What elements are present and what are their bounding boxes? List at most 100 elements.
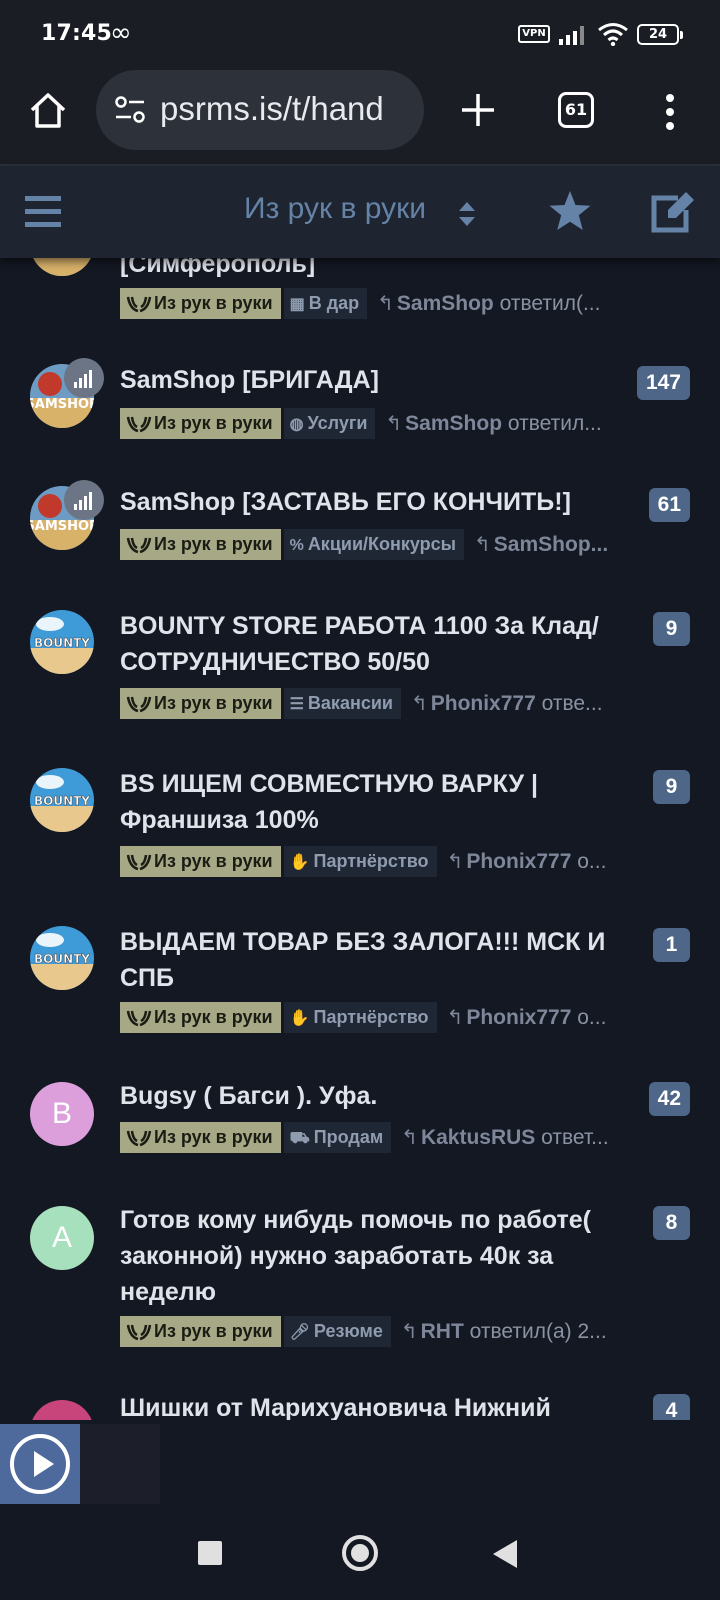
last-reply[interactable]: ↰ Phonix777 о... bbox=[447, 1002, 607, 1033]
avatar bbox=[30, 1400, 94, 1420]
hands-icon bbox=[126, 416, 152, 433]
svg-text:BOUNTY: BOUNTY bbox=[34, 952, 90, 966]
address-bar[interactable]: psrms.is/t/hand bbox=[96, 70, 424, 150]
last-reply[interactable]: ↰ SamShop ответил... bbox=[385, 408, 601, 439]
topic-row[interactable]: A Готов кому нибудь помочь по работе( за… bbox=[0, 1176, 720, 1370]
reply-count-badge[interactable]: 4 bbox=[653, 1394, 690, 1420]
subcategory-tag[interactable]: ☰ Вакансии bbox=[283, 688, 401, 719]
globe-icon: ◍ bbox=[289, 416, 304, 433]
last-reply[interactable]: ↰ SamShop ответил(... bbox=[377, 288, 600, 319]
topic-title[interactable]: SamShop [ЗАСТАВЬ ЕГО КОНЧИТЬ!] bbox=[120, 484, 620, 520]
avatar: BOUNTY bbox=[30, 610, 94, 674]
topic-row[interactable]: BOUNTY BS ИЩЕМ СОВМЕСТНУЮ ВАРКУ | Франши… bbox=[0, 738, 720, 896]
infinity-icon: ∞ bbox=[110, 18, 132, 48]
avatar: B bbox=[30, 1082, 94, 1146]
last-reply[interactable]: ↰ Phonix777 о... bbox=[447, 846, 607, 877]
hands-icon bbox=[126, 1130, 152, 1147]
reply-icon: ↰ bbox=[446, 851, 464, 873]
reply-icon: ↰ bbox=[377, 293, 394, 315]
svg-text:BOUNTY: BOUNTY bbox=[34, 794, 90, 808]
home-icon[interactable] bbox=[26, 88, 70, 132]
new-tab-icon[interactable] bbox=[458, 90, 498, 130]
last-reply[interactable]: ↰ Phonix777 отве... bbox=[411, 688, 603, 719]
topic-row[interactable]: Шишки от Марихуановича Нижний Новгород 4 bbox=[0, 1370, 720, 1420]
topic-title[interactable]: SamShop [БРИГАДА] bbox=[120, 362, 620, 398]
topic-meta: Из рук в руки ◍ Услуги ↰ SamShop ответил... bbox=[120, 408, 620, 439]
reply-count-badge[interactable]: 147 bbox=[636, 366, 690, 400]
battery-icon: 24 bbox=[637, 24, 683, 45]
handshake-icon: ✋ bbox=[289, 854, 310, 871]
subcategory-tag[interactable]: ✋ Партнёрство bbox=[283, 1002, 437, 1033]
category-tag[interactable]: Из рук в руки bbox=[120, 688, 281, 719]
topic-title[interactable]: BOUNTY STORE РАБОТА 1100 За Клад/СОТРУДН… bbox=[120, 608, 620, 680]
last-reply[interactable]: ↰ RHT ответил(а) 2... bbox=[401, 1316, 607, 1347]
category-tag[interactable]: Из рук в руки bbox=[120, 1002, 281, 1033]
category-tag[interactable]: Из рук в руки bbox=[120, 408, 281, 439]
topic-title[interactable]: ВЫДАЕМ ТОВАР БЕЗ ЗАЛОГА!!! МСК И СПБ bbox=[120, 924, 620, 996]
category-tag[interactable]: Из рук в руки bbox=[120, 846, 281, 877]
forum-header: Из рук в руки bbox=[0, 166, 720, 258]
flair-icon bbox=[64, 480, 104, 520]
last-reply[interactable]: ↰ SamShop... bbox=[474, 529, 608, 560]
topic-title[interactable]: BS ИЩЕМ СОВМЕСТНУЮ ВАРКУ | Франшиза 100% bbox=[120, 766, 620, 838]
back-icon[interactable] bbox=[493, 1540, 517, 1568]
category-tag[interactable]: Из рук в руки bbox=[120, 529, 281, 560]
hands-icon bbox=[126, 854, 152, 871]
topic-meta: Из рук в руки 🎤︎ Резюме ↰ RHT ответил(а) 2..… bbox=[120, 1316, 620, 1347]
hands-icon bbox=[126, 537, 152, 554]
reply-count-badge[interactable]: 8 bbox=[653, 1206, 690, 1240]
subcategory-tag[interactable]: ⛟ Продам bbox=[283, 1122, 392, 1153]
subcategory-tag[interactable]: % Акции/Конкурсы bbox=[283, 529, 465, 560]
wifi-icon bbox=[598, 23, 628, 46]
category-tag[interactable]: Из рук в руки bbox=[120, 1122, 281, 1153]
hamburger-menu-icon[interactable] bbox=[25, 196, 63, 228]
star-icon[interactable] bbox=[548, 190, 592, 232]
reply-icon: ↰ bbox=[401, 1127, 418, 1149]
system-nav-bar bbox=[0, 1504, 720, 1600]
video-widget-panel bbox=[0, 1424, 80, 1504]
hands-icon bbox=[126, 1010, 152, 1027]
topic-row[interactable]: B Bugsy ( Багси ). Уфа. 42 Из рук в руки… bbox=[0, 1052, 720, 1176]
avatar: A bbox=[30, 1206, 94, 1270]
site-settings-icon[interactable] bbox=[114, 95, 146, 125]
home-nav-icon[interactable] bbox=[342, 1535, 378, 1571]
floating-video-widget[interactable] bbox=[0, 1424, 160, 1504]
gift-icon: ▦ bbox=[289, 296, 305, 313]
sort-icon[interactable] bbox=[459, 202, 475, 226]
topic-title[interactable]: Готов кому нибудь помочь по работе( зако… bbox=[120, 1202, 620, 1310]
topic-meta: Из рук в руки ⛟ Продам ↰ KaktusRUS ответ... bbox=[120, 1122, 620, 1153]
tab-switcher-button[interactable]: 61 bbox=[558, 92, 594, 128]
play-icon[interactable] bbox=[10, 1434, 70, 1494]
topic-row[interactable]: BOUNTY ВЫДАЕМ ТОВАР БЕЗ ЗАЛОГА!!! МСК И … bbox=[0, 896, 720, 1052]
forum-title[interactable]: Из рук в руки bbox=[244, 192, 426, 226]
cart-icon: ⛟ bbox=[289, 1130, 310, 1147]
topic-meta: Из рук в руки ☰ Вакансии ↰ Phonix777 отве... bbox=[120, 688, 620, 719]
category-tag[interactable]: Из рук в руки bbox=[120, 1316, 281, 1347]
topic-row[interactable]: BOUNTY BOUNTY STORE РАБОТА 1100 За Клад/… bbox=[0, 580, 720, 738]
reply-count-badge[interactable]: 9 bbox=[653, 770, 690, 804]
subcategory-tag[interactable]: ◍ Услуги bbox=[283, 408, 376, 439]
browser-toolbar: psrms.is/t/hand 61 bbox=[0, 66, 720, 166]
recents-icon[interactable] bbox=[198, 1541, 222, 1565]
subcategory-tag[interactable]: ✋ Партнёрство bbox=[283, 846, 437, 877]
topic-meta: Из рук в руки ▦ В дар ↰ SamShop ответил(... bbox=[120, 288, 620, 319]
topic-row[interactable]: SAMSHOP SamShop [БРИГАДА] 147 Из рук в р… bbox=[0, 336, 720, 456]
topic-meta: Из рук в руки ✋ Партнёрство ↰ Phonix777 о... bbox=[120, 846, 620, 877]
reply-count-badge[interactable]: 42 bbox=[648, 1082, 690, 1116]
reply-icon: ↰ bbox=[474, 534, 491, 556]
category-tag[interactable]: Из рук в руки bbox=[120, 288, 281, 319]
reply-count-badge[interactable]: 61 bbox=[648, 488, 690, 522]
last-reply[interactable]: ↰ KaktusRUS ответ... bbox=[401, 1122, 609, 1153]
percent-icon: % bbox=[289, 537, 304, 554]
reply-count-badge[interactable]: 1 bbox=[653, 928, 690, 962]
edit-icon[interactable] bbox=[648, 190, 696, 234]
subcategory-tag[interactable]: ▦ В дар bbox=[283, 288, 368, 319]
topic-title[interactable]: Шишки от Марихуановича Нижний Новгород bbox=[120, 1390, 620, 1420]
subcategory-tag[interactable]: 🎤︎ Резюме bbox=[283, 1316, 391, 1347]
topic-title[interactable]: Bugsy ( Багси ). Уфа. bbox=[120, 1078, 620, 1114]
topic-meta: Из рук в руки% Акции/Конкурсы ↰ SamShop... bbox=[120, 529, 620, 560]
topic-row[interactable]: SAMSHOP SamShop [ЗАСТАВЬ ЕГО КОНЧИТЬ!] 6… bbox=[0, 456, 720, 580]
browser-menu-icon[interactable] bbox=[664, 94, 676, 130]
reply-count-badge[interactable]: 9 bbox=[653, 612, 690, 646]
status-bar: 17:45 ∞ VPN 24 bbox=[0, 0, 720, 66]
